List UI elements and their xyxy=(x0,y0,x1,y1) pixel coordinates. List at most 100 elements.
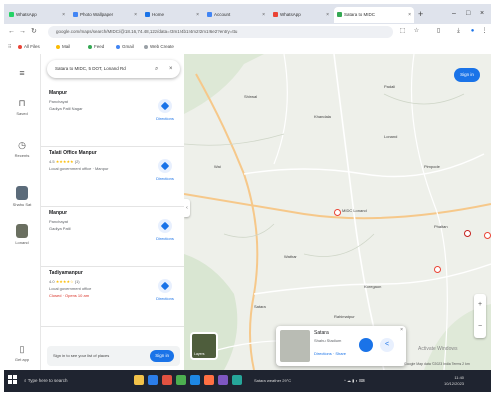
bookmark-3[interactable]: Feed xyxy=(88,40,104,54)
new-tab-button[interactable]: + xyxy=(418,7,423,21)
tab-4[interactable]: Account × xyxy=(204,7,268,23)
taskbar-app-icon[interactable] xyxy=(218,375,228,385)
hamburger-icon: ≡ xyxy=(19,68,25,78)
tab-favicon xyxy=(145,12,150,17)
url-bar[interactable]: google.com/maps/search/MIDC/@18.16,74.48… xyxy=(48,26,393,38)
rail-item-recent-place-1[interactable]: Shahu Sat xyxy=(4,186,40,207)
directions-button[interactable] xyxy=(359,338,373,352)
bookmark-2[interactable]: Mail xyxy=(56,40,70,54)
result-item-1[interactable]: Manpur Panchayat Gadiya Patil Nagar Dire… xyxy=(41,86,184,147)
windows-start-icon[interactable] xyxy=(8,375,18,385)
taskbar-app-icon[interactable] xyxy=(232,375,242,385)
bookmark-5[interactable]: Web Create xyxy=(144,40,174,54)
bookmark-4[interactable]: Gmail xyxy=(116,40,134,54)
bookmarks-bar: ⠿ All Files Mail Feed Gmail Web Create xyxy=(4,40,491,55)
map-pin[interactable] xyxy=(464,230,471,237)
map-place-label: Koregaon xyxy=(364,284,382,289)
taskbar-search[interactable]: ⌕ Type here to search xyxy=(24,374,124,387)
rail-get-app[interactable]: ▯ Get app xyxy=(4,344,40,362)
map-place-label: Padali xyxy=(384,84,396,89)
search-input[interactable]: Satara to MIDC, 5 DOT, Lonand Rd ⌕ × xyxy=(47,60,180,78)
zoom-out-button[interactable]: − xyxy=(474,316,486,338)
bookmark-icon: ⊓ xyxy=(18,98,26,108)
clear-search-icon[interactable]: × xyxy=(169,60,173,78)
download-icon[interactable]: ⤓ xyxy=(454,27,463,36)
directions-button[interactable] xyxy=(158,99,172,113)
directions-icon xyxy=(160,101,170,111)
maps-icon xyxy=(337,12,342,17)
taskbar-app-icon[interactable] xyxy=(162,375,172,385)
close-tab-icon[interactable]: × xyxy=(196,7,199,23)
result-item-2[interactable]: Talati Office Manpur 4.5 ★★★★★ (2) Local… xyxy=(41,146,184,207)
signin-button[interactable]: Sign in xyxy=(150,350,174,362)
map-place-label: Khandala xyxy=(314,114,331,119)
directions-icon xyxy=(160,221,170,231)
clock[interactable]: 11:40 10/12/2023 xyxy=(444,375,464,387)
profile-icon[interactable]: ● xyxy=(468,27,477,36)
bookmark-favicon xyxy=(116,44,120,49)
directions-icon xyxy=(160,161,170,171)
map-place-label: Lonand xyxy=(384,134,398,139)
directions-button[interactable] xyxy=(158,279,172,293)
close-tab-icon[interactable]: × xyxy=(326,7,329,23)
result-item-3[interactable]: Manpur Panchayat Gadiya Patil Directions xyxy=(41,206,184,267)
system-tray-icons[interactable]: ^ ☁ ▮ ◖ ⌨ xyxy=(344,374,365,387)
close-tab-icon[interactable]: × xyxy=(408,7,411,23)
collapse-panel-button[interactable]: ‹ xyxy=(184,199,190,217)
directions-button[interactable] xyxy=(158,219,172,233)
rail-item-saved[interactable]: ⊓ Saved xyxy=(4,98,40,116)
weather-widget[interactable]: Satara weather 29°C xyxy=(254,374,291,387)
tab-active-maps[interactable]: Satara to MIDC × xyxy=(334,7,414,23)
map-scale: Google Map data ©2023 India Terms 2 km xyxy=(404,362,470,366)
whatsapp-icon xyxy=(273,12,278,17)
apps-icon[interactable]: ⠿ xyxy=(8,40,11,54)
whatsapp-icon xyxy=(9,12,14,17)
minimize-icon[interactable]: – xyxy=(452,7,456,21)
sidebar-icon[interactable]: ▯ xyxy=(434,27,443,36)
bookmark-1[interactable]: All Files xyxy=(18,40,40,54)
taskbar-app-icon[interactable] xyxy=(134,375,144,385)
rating-stars: ★★★★☆ xyxy=(55,279,74,284)
result-item-4[interactable]: Tadiyamanpur 4.0 ★★★★☆ (1) Local governm… xyxy=(41,266,184,327)
directions-button[interactable] xyxy=(158,159,172,173)
map-pin[interactable] xyxy=(434,266,441,273)
bookmark-favicon xyxy=(88,44,92,49)
maps-left-rail: ≡ ⊓ Saved ◷ Recents Shahu Sat Lonand ▯ Get … xyxy=(4,54,41,370)
search-icon[interactable]: ⌕ xyxy=(155,60,158,78)
rail-item-recent-place-2[interactable]: Lonand xyxy=(4,224,40,245)
menu-icon[interactable]: ⋮ xyxy=(480,27,489,36)
reload-icon[interactable]: ↻ xyxy=(31,26,37,38)
zoom-in-button[interactable]: + xyxy=(474,294,486,316)
extension-icon[interactable]: ⬚ xyxy=(398,27,407,36)
close-icon[interactable]: × xyxy=(400,327,403,333)
tab-1[interactable]: WhatsApp × xyxy=(6,7,68,23)
signin-prompt: Sign in to see your list of places Sign … xyxy=(47,346,180,366)
place-card[interactable]: Satara Shahu Stadium Directions · Share … xyxy=(276,326,406,366)
close-tab-icon[interactable]: × xyxy=(262,7,265,23)
menu-button[interactable]: ≡ xyxy=(4,68,40,80)
tab-5[interactable]: WhatsApp × xyxy=(270,7,332,23)
close-window-icon[interactable]: × xyxy=(480,7,484,21)
back-icon[interactable]: ← xyxy=(8,26,15,38)
share-icon[interactable]: < xyxy=(380,338,394,352)
taskbar-app-icon[interactable] xyxy=(176,375,186,385)
map-signin-button[interactable]: Sign in xyxy=(454,68,480,82)
tab-2[interactable]: Photo Wallpaper × xyxy=(70,7,140,23)
map-canvas[interactable]: Shirwal Khandala Lonand Phaltan Wathar M… xyxy=(184,54,491,370)
layers-button[interactable]: Layers xyxy=(190,332,218,360)
map-place-label: Wathar xyxy=(284,254,297,259)
map-pin[interactable] xyxy=(334,209,341,216)
forward-icon[interactable]: → xyxy=(19,26,26,38)
maximize-icon[interactable]: □ xyxy=(466,7,470,21)
taskbar-app-icon[interactable] xyxy=(148,375,158,385)
taskbar-app-icon[interactable] xyxy=(190,375,200,385)
close-tab-icon[interactable]: × xyxy=(62,7,65,23)
close-tab-icon[interactable]: × xyxy=(134,7,137,23)
taskbar-app-icon[interactable] xyxy=(204,375,214,385)
tab-3[interactable]: Home × xyxy=(142,7,202,23)
activation-watermark: Activate Windows xyxy=(418,346,458,352)
rail-item-recents[interactable]: ◷ Recents xyxy=(4,140,40,158)
map-pin[interactable] xyxy=(484,232,491,239)
star-icon[interactable]: ☆ xyxy=(412,27,421,36)
results-panel: Satara to MIDC, 5 DOT, Lonand Rd ⌕ × Man… xyxy=(41,54,185,370)
